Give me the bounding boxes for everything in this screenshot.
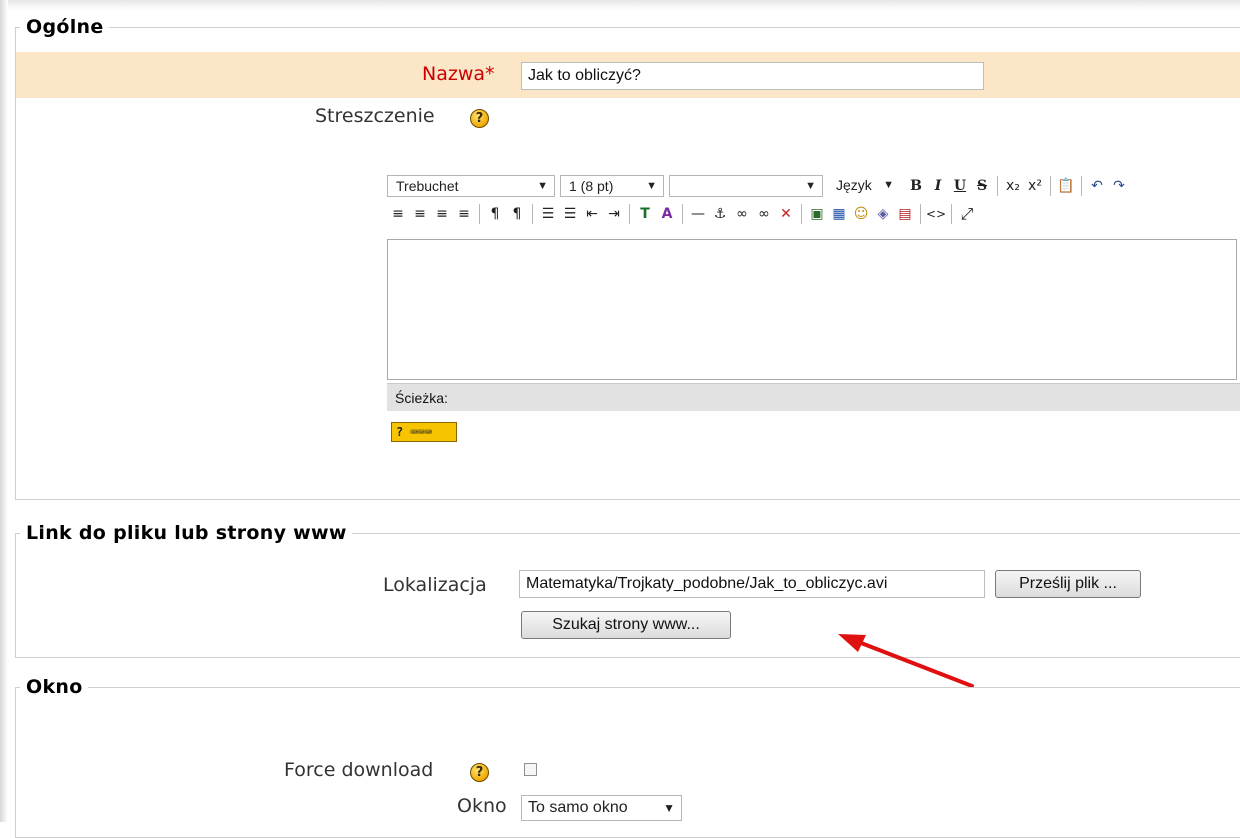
ltr-icon[interactable]: ¶ — [484, 203, 506, 225]
rtl-icon[interactable]: ¶ — [506, 203, 528, 225]
search-replace-icon[interactable]: ▤ — [894, 203, 916, 225]
unlink-icon[interactable]: ∞ — [753, 203, 775, 225]
font-select[interactable]: Trebuchet ▼ — [387, 175, 555, 197]
size-select[interactable]: 1 (8 pt) ▼ — [560, 175, 664, 197]
toolbar-separator — [629, 204, 630, 224]
insert-table-icon[interactable]: ▦ — [828, 203, 850, 225]
window-label: Okno — [457, 795, 507, 817]
unordered-list-icon[interactable]: ☰ — [559, 203, 581, 225]
toolbar-separator — [1081, 176, 1082, 196]
summary-label: Streszczenie — [315, 105, 435, 127]
chevron-down-icon: ▼ — [537, 180, 548, 192]
force-download-label: Force download — [284, 759, 434, 781]
editor-path-bar: Ścieżka: — [387, 383, 1240, 411]
force-download-checkbox[interactable] — [524, 763, 537, 776]
background-color-icon[interactable]: A — [656, 203, 678, 225]
toolbar-separator — [682, 204, 683, 224]
help-icon[interactable]: ? — [470, 763, 489, 782]
chevron-down-icon: ▼ — [883, 179, 894, 191]
upload-file-button[interactable]: Prześlij plik ... — [995, 570, 1141, 598]
outdent-icon[interactable]: ⇤ — [581, 203, 603, 225]
html-editor: Trebuchet ▼ 1 (8 pt) ▼ ▼ Język ▼ B I U S x₂… — [387, 168, 1240, 416]
bold-icon[interactable]: B — [905, 175, 927, 197]
language-select[interactable]: Język ▼ — [828, 175, 900, 197]
special-char-icon[interactable]: ◈ — [872, 203, 894, 225]
smiley-icon[interactable]: ☺ — [850, 203, 872, 225]
insert-image-icon[interactable]: ▣ — [806, 203, 828, 225]
format-select[interactable]: ▼ — [669, 175, 823, 197]
section-general-title: Ogólne — [26, 16, 104, 38]
location-label: Lokalizacja — [383, 574, 487, 596]
keyboard-help-icon[interactable]: ? ⌨⌨⌨ — [391, 422, 457, 442]
strikethrough-icon[interactable]: S — [971, 175, 993, 197]
link-icon[interactable]: ∞ — [731, 203, 753, 225]
ordered-list-icon[interactable]: ☰ — [537, 203, 559, 225]
location-input[interactable] — [519, 570, 985, 598]
top-shadow — [0, 0, 1240, 10]
font-select-value: Trebuchet — [396, 178, 459, 194]
editor-toolbar-row-1: Trebuchet ▼ 1 (8 pt) ▼ ▼ Język ▼ B I U S x₂… — [387, 172, 1130, 200]
name-label-text: Nazwa — [422, 63, 486, 85]
underline-icon[interactable]: U — [949, 175, 971, 197]
toolbar-separator — [479, 204, 480, 224]
left-shadow — [0, 0, 8, 822]
search-web-button[interactable]: Szukaj strony www... — [521, 611, 731, 639]
toolbar-separator — [997, 176, 998, 196]
anchor-icon[interactable]: ⚓ — [709, 203, 731, 225]
name-input[interactable] — [521, 62, 984, 90]
nolink-icon[interactable]: ✕ — [775, 203, 797, 225]
horizontal-rule-icon[interactable]: — — [687, 203, 709, 225]
undo-icon[interactable]: ↶ — [1086, 175, 1108, 197]
fullscreen-icon[interactable]: ⤢ — [956, 203, 978, 225]
toolbar-separator — [1050, 176, 1051, 196]
align-center-icon[interactable]: ≡ — [409, 203, 431, 225]
chevron-down-icon: ▼ — [805, 180, 816, 192]
chevron-down-icon: ▼ — [646, 180, 657, 192]
section-link-title: Link do pliku lub strony www — [26, 522, 347, 544]
superscript-icon[interactable]: x² — [1024, 175, 1046, 197]
section-window-title: Okno — [26, 676, 83, 698]
required-mark: * — [485, 63, 495, 85]
size-select-value: 1 (8 pt) — [569, 178, 614, 194]
italic-icon[interactable]: I — [927, 175, 949, 197]
align-right-icon[interactable]: ≡ — [431, 203, 453, 225]
text-color-icon[interactable]: T — [634, 203, 656, 225]
html-source-icon[interactable]: <> — [925, 203, 947, 225]
help-icon[interactable]: ? — [470, 109, 489, 128]
paste-word-icon[interactable]: 📋 — [1055, 175, 1077, 197]
toolbar-separator — [532, 204, 533, 224]
name-label: Nazwa* — [422, 63, 495, 85]
align-justify-icon[interactable]: ≡ — [453, 203, 475, 225]
language-select-value: Język — [836, 177, 872, 193]
chevron-down-icon: ▼ — [663, 801, 675, 815]
editor-content-area[interactable] — [387, 239, 1237, 380]
toolbar-separator — [801, 204, 802, 224]
redo-icon[interactable]: ↷ — [1108, 175, 1130, 197]
toolbar-separator — [920, 204, 921, 224]
window-select[interactable]: To samo okno ▼ — [521, 795, 682, 821]
toolbar-separator — [951, 204, 952, 224]
window-select-value: To samo okno — [528, 799, 628, 816]
indent-icon[interactable]: ⇥ — [603, 203, 625, 225]
subscript-icon[interactable]: x₂ — [1002, 175, 1024, 197]
align-left-icon[interactable]: ≡ — [387, 203, 409, 225]
editor-toolbar-row-2: ≡ ≡ ≡ ≡ ¶ ¶ ☰ ☰ ⇤ ⇥ T A — ⚓ ∞ ∞ ✕ ▣ ▦ ☺ … — [387, 200, 978, 228]
